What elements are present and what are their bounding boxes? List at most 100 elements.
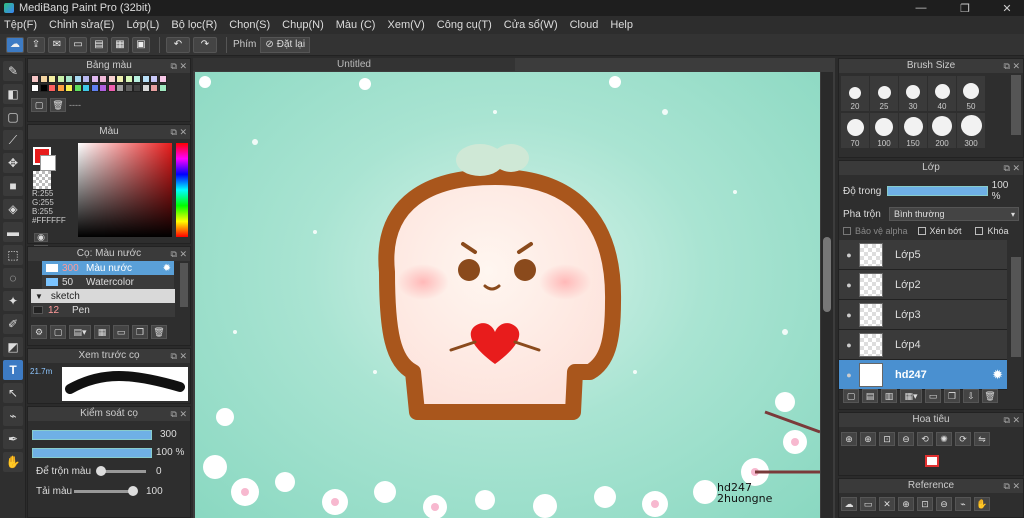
palette-swatch[interactable] — [39, 84, 48, 92]
cloud-icon[interactable]: ☁ — [6, 36, 24, 53]
palette-swatch[interactable] — [107, 75, 116, 83]
reference-open-icon[interactable]: ▭ — [860, 497, 876, 511]
palette-swatch[interactable] — [65, 84, 73, 92]
pen-tool-icon[interactable]: ✒ — [3, 429, 23, 449]
palette-swatch[interactable] — [158, 84, 167, 92]
flip-icon[interactable]: ⇋ — [974, 432, 990, 446]
grid-icon[interactable]: ▦ — [111, 36, 129, 53]
reference-cloud-icon[interactable]: ☁ — [841, 497, 857, 511]
brush-type-icon[interactable]: ▤▾ — [69, 325, 91, 339]
palette-swatch[interactable] — [82, 84, 90, 92]
brush-size-cell[interactable]: 300 — [957, 113, 985, 148]
fit-screen-icon[interactable]: ⊡ — [879, 432, 895, 446]
panel-menu-icon[interactable]: ⧉ ✕ — [171, 59, 187, 73]
document-tab[interactable]: Untitled — [193, 58, 515, 71]
menu-layer[interactable]: Lớp(L) — [126, 19, 159, 31]
zoom-out-icon[interactable]: ⊖ — [898, 432, 914, 446]
add-color-icon[interactable]: ▢ — [31, 98, 47, 112]
panel-menu-icon[interactable]: ⧉ ✕ — [171, 407, 187, 421]
reference-zoom-out-icon[interactable]: ⊖ — [936, 497, 952, 511]
palette-swatch[interactable] — [90, 75, 99, 83]
delete-layer-icon[interactable]: 🗑 — [982, 389, 998, 403]
brush-size-cell[interactable]: 70 — [841, 113, 869, 148]
layer-row[interactable]: ● Lớp3 — [839, 300, 1007, 330]
palette-swatch[interactable] — [56, 84, 65, 92]
brush-size-cell[interactable]: 25 — [870, 76, 898, 111]
layer-settings-icon[interactable]: ✹ — [992, 367, 1003, 383]
clip-checkbox[interactable] — [917, 227, 926, 235]
operation-tool-icon[interactable]: ↖ — [3, 383, 23, 403]
delete-color-icon[interactable]: 🗑 — [50, 98, 66, 112]
palette-swatch[interactable] — [99, 84, 107, 92]
move-tool-icon[interactable]: ✥ — [3, 153, 23, 173]
rotate-left-icon[interactable]: ⟲ — [917, 432, 933, 446]
protect-alpha-checkbox[interactable] — [843, 227, 851, 235]
brush-item-watercolor-vn[interactable]: 300 Màu nước ✹ — [42, 261, 174, 275]
palette-swatch[interactable] — [31, 75, 39, 83]
layer-scrollbar[interactable] — [1011, 257, 1021, 357]
palette-swatch[interactable] — [116, 84, 124, 92]
new-layer-icon[interactable]: ▢ — [843, 389, 859, 403]
layer-row-selected[interactable]: ● hd247 ✹ — [839, 360, 1007, 390]
scrollbar-thumb[interactable] — [823, 237, 831, 312]
merge-layer-icon[interactable]: ⇩ — [963, 389, 979, 403]
settings-icon[interactable]: ▣ — [132, 36, 150, 53]
drawing-canvas[interactable]: hd247 2huongne — [195, 72, 820, 518]
menu-color[interactable]: Màu (C) — [336, 19, 376, 31]
bucket-tool-icon[interactable]: ◈ — [3, 199, 23, 219]
palette-swatch[interactable] — [133, 75, 141, 83]
reference-fit-icon[interactable]: ⊡ — [917, 497, 933, 511]
maximize-button[interactable]: ❐ — [950, 0, 980, 16]
fill-rect-tool-icon[interactable]: ■ — [3, 176, 23, 196]
text-tool-icon[interactable]: T — [3, 360, 23, 380]
rotate-right-icon[interactable]: ⟳ — [955, 432, 971, 446]
brush-size-cell[interactable]: 40 — [928, 76, 956, 111]
brush-delete-icon[interactable]: 🗑 — [151, 325, 167, 339]
panel-menu-icon[interactable]: ⧉ ✕ — [171, 125, 187, 139]
lasso-tool-icon[interactable]: ◌ — [3, 268, 23, 288]
eraser-tool-icon[interactable]: ◧ — [3, 84, 23, 104]
palette-swatch[interactable] — [90, 84, 99, 92]
palette-swatch[interactable] — [150, 75, 158, 83]
palette-swatch[interactable] — [65, 75, 73, 83]
chat-icon[interactable]: ▭ — [69, 36, 87, 53]
palette-swatch[interactable] — [150, 84, 158, 92]
menu-window[interactable]: Cửa sổ(W) — [504, 19, 558, 31]
select-tool-icon[interactable]: ⬚ — [3, 245, 23, 265]
color-saturation-box[interactable] — [78, 143, 172, 237]
panel-menu-icon[interactable]: ⧉ ✕ — [1004, 413, 1020, 427]
actual-size-icon[interactable]: ✺ — [936, 432, 952, 446]
zoom-in-step-icon[interactable]: ⊕ — [860, 432, 876, 446]
panel-menu-icon[interactable]: ⧉ ✕ — [1004, 59, 1020, 73]
panel-menu-icon[interactable]: ⧉ ✕ — [171, 349, 187, 363]
palette-swatch[interactable] — [56, 75, 65, 83]
palette-swatch[interactable] — [73, 75, 82, 83]
zoom-in-icon[interactable]: ⊕ — [841, 432, 857, 446]
brush-item-watercolor[interactable]: 50 Watercolor — [42, 275, 174, 289]
navigator-thumbnail[interactable] — [925, 455, 939, 467]
brush-tool-icon[interactable]: ✎ — [3, 61, 23, 81]
palette-swatch[interactable] — [82, 75, 90, 83]
brush-size-cell[interactable]: 150 — [899, 113, 927, 148]
palette-swatch[interactable] — [141, 75, 150, 83]
menu-view[interactable]: Xem(V) — [387, 19, 424, 31]
refill-slider[interactable] — [74, 486, 138, 496]
add-layer-menu-icon[interactable]: ▦▾ — [900, 389, 922, 403]
brush-edit-icon[interactable]: ▦ — [94, 325, 110, 339]
add-brush-icon[interactable]: ▢ — [50, 325, 66, 339]
hue-slider[interactable] — [176, 143, 188, 237]
share-icon[interactable]: ⇪ — [27, 36, 45, 53]
menu-filter[interactable]: Bộ lọc(R) — [171, 19, 217, 31]
palette-swatch[interactable] — [99, 75, 107, 83]
palette-swatch[interactable] — [124, 84, 133, 92]
select-pen-tool-icon[interactable]: ✐ — [3, 314, 23, 334]
background-color[interactable] — [40, 155, 56, 171]
hand-tool-icon[interactable]: ✋ — [3, 452, 23, 472]
reference-dropper-icon[interactable]: ⌁ — [955, 497, 971, 511]
menu-help[interactable]: Help — [610, 19, 633, 31]
palette-swatch[interactable] — [107, 84, 116, 92]
brush-group-sketch[interactable]: ▼ sketch — [31, 289, 175, 303]
layer-row[interactable]: ● Lớp4 — [839, 330, 1007, 360]
mix-slider[interactable] — [96, 466, 146, 476]
palette-swatch[interactable] — [39, 75, 48, 83]
